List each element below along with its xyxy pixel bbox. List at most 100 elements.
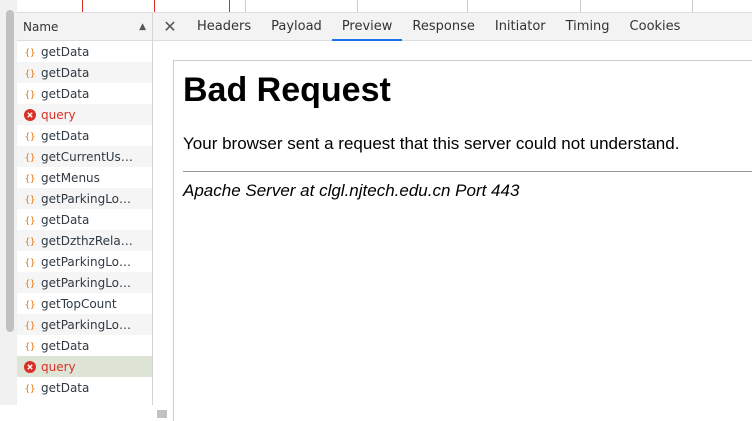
svg-text:{}: {} [25, 174, 36, 184]
xhr-icon: {} [23, 276, 37, 290]
request-name: getMenus [41, 170, 100, 185]
request-name: getData [41, 128, 90, 143]
request-name: getParkingLot... [41, 317, 133, 332]
request-name: getDzthzRelat... [41, 233, 133, 248]
preview-divider [183, 171, 752, 172]
svg-text:{}: {} [25, 258, 36, 268]
request-row[interactable]: {} getCurrentUser [17, 146, 152, 167]
request-name: query [41, 107, 76, 122]
request-row[interactable]: {} getData [17, 125, 152, 146]
tab-initiator[interactable]: Initiator [485, 13, 556, 40]
request-row[interactable]: query [17, 104, 152, 125]
timeline-grid-line [357, 0, 358, 12]
timeline-marker [82, 0, 83, 12]
xhr-icon: {} [23, 171, 37, 185]
request-name: getData [41, 212, 90, 227]
left-scrollbar-thumb[interactable] [6, 10, 14, 332]
request-row[interactable]: query [17, 356, 152, 377]
xhr-icon: {} [23, 339, 37, 353]
request-row[interactable]: {} getData [17, 335, 152, 356]
name-column-label: Name [23, 19, 59, 34]
left-scrollbar[interactable] [0, 0, 17, 405]
svg-text:{}: {} [25, 90, 36, 100]
tab-payload[interactable]: Payload [261, 13, 332, 40]
tab-cookies[interactable]: Cookies [620, 13, 691, 40]
request-name: getData [41, 380, 90, 395]
preview-pane: Bad Request Your browser sent a request … [173, 60, 752, 421]
svg-text:{}: {} [25, 321, 36, 331]
xhr-icon: {} [23, 318, 37, 332]
network-overview-timeline[interactable] [17, 0, 752, 13]
svg-text:{}: {} [25, 237, 36, 247]
xhr-icon: {} [23, 150, 37, 164]
timeline-marker [154, 0, 155, 12]
xhr-icon: {} [23, 234, 37, 248]
request-name: getData [41, 86, 90, 101]
request-list-scrollbar[interactable] [155, 403, 167, 418]
xhr-icon: {} [23, 45, 37, 59]
svg-text:{}: {} [25, 384, 36, 394]
request-row[interactable]: {} getData [17, 83, 152, 104]
svg-text:{}: {} [25, 48, 36, 58]
request-name: getData [41, 65, 90, 80]
xhr-icon: {} [23, 381, 37, 395]
preview-heading: Bad Request [183, 71, 391, 109]
request-row[interactable]: {} getParkingLot... [17, 314, 152, 335]
preview-server-address: Apache Server at clgl.njtech.edu.cn Port… [183, 181, 520, 200]
request-row[interactable]: {} getDzthzRelat... [17, 230, 152, 251]
xhr-icon: {} [23, 66, 37, 80]
request-name: getData [41, 338, 90, 353]
request-name: getParkingLot... [41, 254, 133, 269]
svg-text:{}: {} [25, 153, 36, 163]
svg-text:{}: {} [25, 300, 36, 310]
request-list: Name ▲ {} getData{} getData{} getData query{… [17, 13, 167, 418]
details-tabs: Headers Payload Preview Response Initiator Ti… [187, 13, 691, 41]
request-row[interactable]: {} getData [17, 209, 152, 230]
request-rows: {} getData {} getData {} getData query {} getDat… [17, 41, 152, 398]
request-row[interactable]: {} getData [17, 62, 152, 83]
xhr-icon: {} [23, 192, 37, 206]
svg-text:{}: {} [25, 342, 36, 352]
timeline-grid-line [692, 0, 693, 12]
tab-response[interactable]: Response [402, 13, 484, 40]
request-row[interactable]: {} getParkingLot... [17, 272, 152, 293]
sort-ascending-icon: ▲ [139, 21, 146, 32]
request-name: getCurrentUser [41, 149, 133, 164]
request-name: getData [41, 44, 90, 59]
timeline-grid-line [580, 0, 581, 12]
error-icon [23, 108, 37, 122]
xhr-icon: {} [23, 87, 37, 101]
timeline-grid-line [245, 0, 246, 12]
preview-message: Your browser sent a request that this se… [183, 134, 680, 153]
request-name: getTopCount [41, 296, 117, 311]
request-row[interactable]: {} getData [17, 377, 152, 398]
timeline-marker [229, 0, 230, 12]
tab-headers[interactable]: Headers [187, 13, 261, 40]
request-list-scrollbar-thumb[interactable] [157, 410, 167, 418]
svg-text:{}: {} [25, 132, 36, 142]
tab-preview[interactable]: Preview [331, 13, 403, 41]
request-row[interactable]: {} getData [17, 41, 152, 62]
close-icon[interactable]: ✕ [153, 17, 187, 36]
request-name: getParkingLot... [41, 275, 133, 290]
svg-text:{}: {} [25, 279, 36, 289]
xhr-icon: {} [23, 213, 37, 227]
svg-text:{}: {} [25, 216, 36, 226]
tab-timing[interactable]: Timing [556, 13, 620, 40]
request-row[interactable]: {} getParkingLot... [17, 188, 152, 209]
svg-text:{}: {} [25, 69, 36, 79]
svg-text:{}: {} [25, 195, 36, 205]
request-name: getParkingLot... [41, 191, 133, 206]
request-name: query [41, 359, 76, 374]
request-row[interactable]: {} getParkingLot... [17, 251, 152, 272]
error-icon [23, 360, 37, 374]
xhr-icon: {} [23, 297, 37, 311]
xhr-icon: {} [23, 129, 37, 143]
request-row[interactable]: {} getTopCount [17, 293, 152, 314]
details-tab-bar: ✕ Headers Payload Preview Response Initiator… [153, 13, 752, 41]
request-row[interactable]: {} getMenus [17, 167, 152, 188]
name-column-header[interactable]: Name ▲ [17, 13, 152, 41]
request-details-panel: ✕ Headers Payload Preview Response Initiator… [153, 13, 752, 421]
timeline-grid-line [467, 0, 468, 12]
xhr-icon: {} [23, 255, 37, 269]
